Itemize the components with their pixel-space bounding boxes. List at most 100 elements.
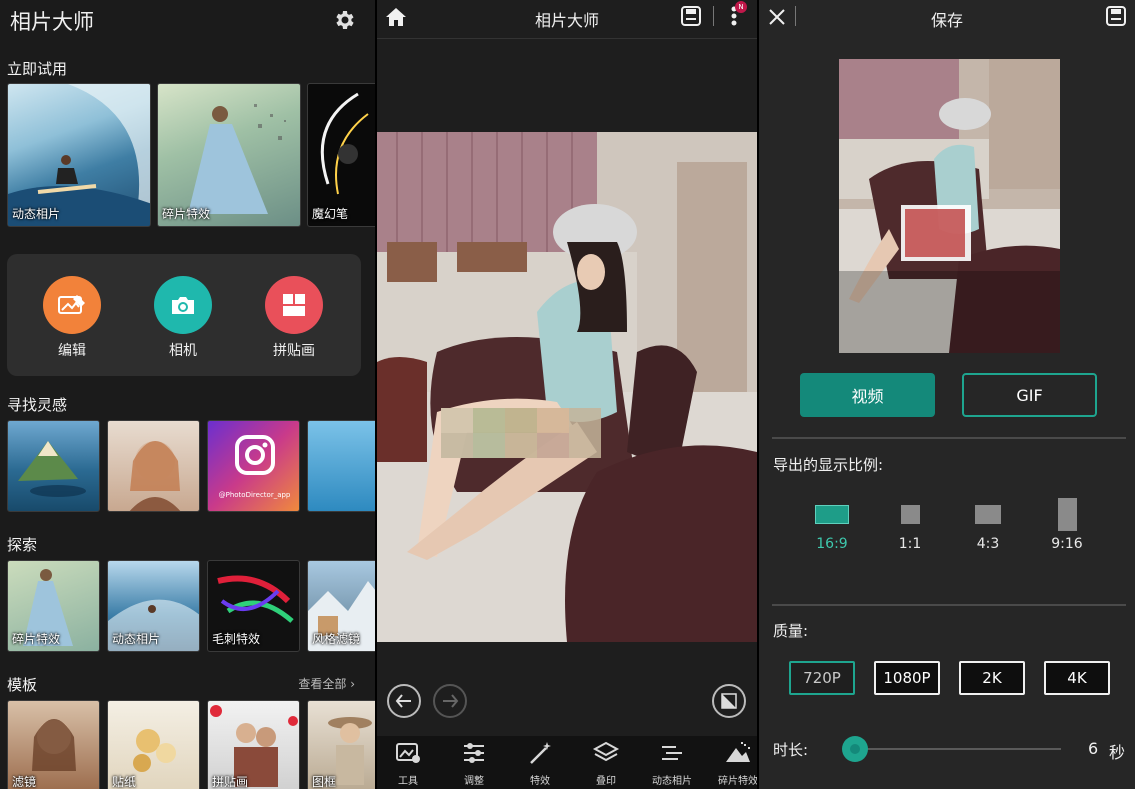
compare-icon <box>721 693 737 709</box>
inspiration-heading: 寻找灵感 <box>7 396 68 414</box>
explore-card[interactable]: 动态相片 <box>107 560 200 652</box>
card-label: 贴纸 <box>112 775 137 789</box>
duration-heading: 时长: <box>773 741 809 759</box>
animation-icon <box>662 746 682 760</box>
tool-adjust[interactable]: 调整 <box>441 740 507 787</box>
ratio-label: 1:1 <box>898 536 922 552</box>
tool-animation[interactable]: 动态相片 <box>639 740 705 787</box>
quality-1080p-button[interactable]: 1080P <box>874 661 940 695</box>
ratio-option-9-16[interactable]: 9:16 <box>1037 493 1097 552</box>
template-card[interactable]: 图框 <box>307 700 375 789</box>
editor-screen: 相片大师 N 工具 调整 特效 叠印 动态相片 碎片特效 <box>377 0 757 789</box>
card-label: 拼贴画 <box>212 775 249 789</box>
template-card[interactable]: 滤镜 <box>7 700 100 789</box>
dispersion-icon <box>726 742 750 762</box>
magic-wand-icon <box>530 742 551 764</box>
instagram-icon <box>235 435 275 475</box>
card-label: 魔幻笔 <box>312 207 349 221</box>
save-screen: 保存 视频 GIF 导出的显示比例: 16:9 1:1 4:3 9:16 质量:… <box>759 0 1135 789</box>
inspiration-card[interactable] <box>107 420 200 512</box>
duration-slider-track[interactable] <box>855 748 1061 750</box>
duration-slider-knob[interactable] <box>842 736 868 762</box>
header-divider <box>713 6 714 26</box>
undo-arrow-icon <box>395 694 411 708</box>
inspiration-card[interactable] <box>7 420 100 512</box>
quality-720p-button[interactable]: 720P <box>789 661 855 695</box>
collage-label: 拼贴画 <box>273 343 315 359</box>
template-card[interactable]: 贴纸 <box>107 700 200 789</box>
redo-arrow-icon <box>443 694 459 708</box>
tool-overlay[interactable]: 叠印 <box>573 740 639 787</box>
duration-unit: 秒 <box>1109 743 1126 762</box>
section-divider <box>772 604 1126 606</box>
ratio-label: 4:3 <box>976 536 1000 552</box>
see-all-link[interactable]: 查看全部 › <box>298 675 355 692</box>
tool-label: 特效 <box>530 776 550 787</box>
explore-card[interactable]: 毛刺特效 <box>207 560 300 652</box>
card-label: 碎片特效 <box>12 632 61 646</box>
collage-button[interactable]: 拼贴画 <box>254 276 334 360</box>
explore-heading: 探索 <box>7 536 38 554</box>
quality-heading: 质量: <box>773 622 809 640</box>
portrait-image <box>129 441 181 511</box>
redo-button[interactable] <box>433 684 467 718</box>
home-header: 相片大师 <box>0 0 375 40</box>
section-divider <box>772 437 1126 439</box>
ratio-label: 16:9 <box>816 536 848 552</box>
camera-icon <box>154 276 212 334</box>
save-icon[interactable] <box>1105 5 1127 27</box>
edit-button[interactable]: 编辑 <box>32 276 112 360</box>
inspiration-card[interactable] <box>307 420 375 512</box>
layers-icon <box>592 741 620 762</box>
adjust-sliders-icon <box>464 743 484 763</box>
try-now-heading: 立即试用 <box>7 60 68 78</box>
camera-button[interactable]: 相机 <box>143 276 223 360</box>
try-now-card-dispersion[interactable]: 碎片特效 <box>157 83 301 227</box>
tool-dispersion[interactable]: 碎片特效 <box>705 740 757 787</box>
card-label: 碎片特效 <box>162 207 211 221</box>
ratio-option-4-3[interactable]: 4:3 <box>958 493 1018 552</box>
header-divider-line <box>377 38 757 39</box>
quality-4k-button[interactable]: 4K <box>1044 661 1110 695</box>
gif-format-button[interactable]: GIF <box>962 373 1097 417</box>
edited-photo <box>377 132 757 642</box>
try-now-card-animated-photo[interactable]: 动态相片 <box>7 83 151 227</box>
ratio-option-1-1[interactable]: 1:1 <box>880 493 940 552</box>
tool-label: 工具 <box>398 776 418 787</box>
explore-card[interactable]: 碎片特效 <box>7 560 100 652</box>
tool-effects[interactable]: 特效 <box>507 740 573 787</box>
preview-photo <box>839 59 1060 353</box>
ratio-option-16-9[interactable]: 16:9 <box>802 493 862 552</box>
notification-badge: N <box>735 1 747 13</box>
island-image <box>18 441 86 497</box>
tool-label: 动态相片 <box>652 776 692 787</box>
undo-button[interactable] <box>387 684 421 718</box>
compare-button[interactable] <box>712 684 746 718</box>
tool-label: 碎片特效 <box>718 776 757 787</box>
card-label: 图框 <box>312 775 337 789</box>
card-label: 动态相片 <box>112 632 161 646</box>
ratio-4-3-icon <box>975 505 1001 524</box>
quality-2k-button[interactable]: 2K <box>959 661 1025 695</box>
instagram-handle: @PhotoDirector_app <box>218 491 291 499</box>
card-label: 动态相片 <box>12 207 61 221</box>
tool-tools[interactable]: 工具 <box>377 740 441 787</box>
explore-card[interactable]: 风格滤镜 <box>307 560 375 652</box>
ratio-label: 9:16 <box>1051 536 1083 552</box>
save-icon[interactable] <box>680 5 702 27</box>
gear-icon[interactable] <box>332 8 356 32</box>
export-preview <box>839 59 1060 353</box>
try-now-card-magic-brush[interactable]: 魔幻笔 <box>307 83 375 227</box>
editor-toolbar: 工具 调整 特效 叠印 动态相片 碎片特效 <box>377 736 757 789</box>
tool-label: 叠印 <box>596 776 616 787</box>
instagram-card[interactable]: @PhotoDirector_app <box>207 420 300 512</box>
photo-canvas[interactable] <box>377 132 757 642</box>
video-format-button[interactable]: 视频 <box>800 373 935 417</box>
save-title: 保存 <box>930 11 963 30</box>
template-card[interactable]: 拼贴画 <box>207 700 300 789</box>
edit-label: 编辑 <box>58 343 86 359</box>
camera-label: 相机 <box>169 343 197 359</box>
more-menu-button[interactable]: N <box>729 1 747 32</box>
templates-heading: 模板 <box>7 676 38 694</box>
card-label: 风格滤镜 <box>312 632 361 646</box>
